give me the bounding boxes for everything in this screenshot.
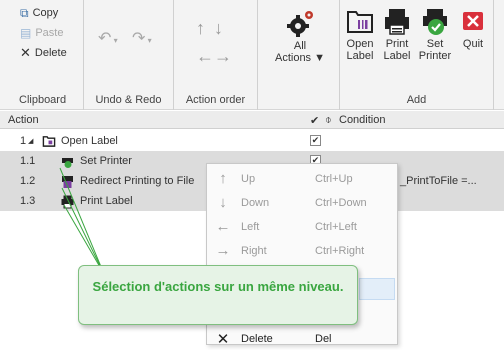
menu-item-shortcut: Ctrl+Right [315, 245, 365, 257]
open-label-button[interactable]: Open Label [342, 6, 378, 62]
condition-column-header: Condition [339, 114, 386, 126]
open-label-line2: Label [346, 50, 374, 62]
action-order-group: ↑ ↓ ← → Action order [174, 0, 258, 110]
row-action-name: Set Printer [80, 155, 132, 167]
set-printer-icon [60, 154, 75, 172]
arrow-down-icon: ↓ [219, 194, 227, 211]
undo-dropdown-icon: ▾ [111, 36, 118, 45]
menu-item-label: Left [241, 221, 260, 233]
quit-label: Quit [462, 38, 484, 50]
undo-redo-group-label: Undo & Redo [95, 94, 162, 106]
open-label-icon [42, 134, 56, 151]
print-label-button[interactable]: Print Label [380, 6, 414, 62]
condition-icon: ⌽ [325, 114, 332, 126]
row-action-name: Print Label [80, 195, 133, 207]
menu-item-shortcut: Ctrl+Down [315, 197, 367, 209]
quit-icon [463, 12, 483, 30]
row-number: 1.2 [20, 175, 36, 187]
copy-icon: ⧉ [20, 5, 29, 20]
checkmark: ✔ [311, 135, 320, 145]
menu-item-shortcut: Del [315, 333, 332, 345]
delete-button[interactable]: ✕ Delete [20, 44, 67, 62]
menu-item-up[interactable]: ↑ Up Ctrl+Up [207, 168, 397, 190]
redo-icon: ↷ [132, 30, 146, 47]
copy-label: Copy [32, 7, 59, 19]
move-up-icon[interactable]: ↑ [196, 18, 205, 39]
menu-item-shortcut: Ctrl+Up [315, 173, 353, 185]
all-actions-line2: Actions ▼ [274, 52, 325, 64]
delete-icon: ✕ [20, 45, 31, 60]
table-row[interactable]: 1 ◢ Open Label ✔ [0, 131, 504, 151]
redo-dropdown-icon: ▾ [145, 36, 152, 45]
printer-icon [385, 9, 409, 35]
delete-icon: ✕ [216, 331, 230, 348]
set-printer-line1: Set [426, 38, 444, 50]
all-actions-button[interactable]: All Actions ▼ [270, 8, 330, 64]
actions-table-header: Action ✔ ⌽ Condition [0, 111, 504, 129]
print-label-line2: Label [383, 50, 411, 62]
quit-button[interactable]: Quit [456, 6, 490, 50]
paste-label: Paste [35, 27, 64, 39]
undo-icon: ↶ [98, 30, 112, 47]
undo-button[interactable]: ↶ ▾ [98, 28, 118, 48]
arrow-left-icon: ← [215, 218, 231, 235]
paste-button[interactable]: ▤ Paste [20, 24, 63, 42]
set-printer-line2: Printer [418, 50, 452, 62]
arrow-right-icon: → [215, 242, 231, 259]
action-column-header: Action [8, 114, 39, 126]
menu-item-delete[interactable]: ✕ Delete Del [207, 328, 397, 350]
open-label-line1: Open [346, 38, 374, 50]
printer-icon [60, 194, 75, 212]
move-left-icon[interactable]: ← [196, 46, 214, 67]
delete-label: Delete [34, 47, 67, 59]
set-printer-icon [423, 9, 447, 35]
row-number: 1.3 [20, 195, 36, 207]
menu-item-shortcut: Ctrl+Left [315, 221, 357, 233]
gears-icon [287, 11, 313, 37]
menu-item-label: Up [241, 173, 256, 185]
menu-item-left[interactable]: ← Left Ctrl+Left [207, 216, 397, 238]
undo-redo-group: ↶ ▾ ↷ ▾ Undo & Redo [84, 0, 174, 110]
arrow-up-icon: ↑ [219, 170, 227, 187]
clipboard-group-label: Clipboard [19, 94, 67, 106]
open-label-icon [347, 11, 373, 33]
move-right-icon[interactable]: → [214, 46, 232, 67]
all-actions-group: All Actions ▼ [258, 0, 340, 110]
clipboard-group: ⧉ Copy ▤ Paste ✕ Delete Clipboard [0, 0, 84, 110]
menu-item-label: Delete [241, 333, 273, 345]
row-condition: _PrintToFile =... [400, 175, 477, 187]
row-number: 1.1 [20, 155, 36, 167]
ribbon-toolbar: ⧉ Copy ▤ Paste ✕ Delete Clipboard ↶ ▾ ↷ … [0, 0, 504, 126]
paste-icon: ▤ [20, 26, 32, 40]
row-number: 1 [20, 135, 27, 147]
enabled-checkbox[interactable]: ✔ [310, 135, 321, 146]
expand-toggle-icon[interactable]: ◢ [28, 137, 33, 145]
add-group-label: Add [406, 94, 427, 106]
redirect-printing-icon [60, 174, 75, 192]
row-action-name: Open Label [61, 135, 118, 147]
menu-highlight-strip [359, 278, 395, 300]
enabled-column-header: ✔ [310, 115, 320, 127]
menu-item-label: Right [241, 245, 267, 257]
add-group: Open Label Print Label Set Printer Quit … [340, 0, 494, 110]
print-label-line1: Print [385, 38, 409, 50]
callout-tooltip: Sélection d'actions sur un même niveau. [78, 265, 358, 325]
menu-item-down[interactable]: ↓ Down Ctrl+Down [207, 192, 397, 214]
action-order-group-label: Action order [185, 94, 246, 106]
move-down-icon[interactable]: ↓ [214, 18, 223, 39]
all-actions-line1: All [293, 40, 307, 52]
row-action-name: Redirect Printing to File [80, 175, 195, 187]
menu-item-right[interactable]: → Right Ctrl+Right [207, 240, 397, 262]
menu-item-label: Down [241, 197, 270, 209]
copy-button[interactable]: ⧉ Copy [20, 4, 58, 22]
set-printer-button[interactable]: Set Printer [416, 6, 454, 62]
redo-button[interactable]: ↷ ▾ [132, 28, 152, 48]
